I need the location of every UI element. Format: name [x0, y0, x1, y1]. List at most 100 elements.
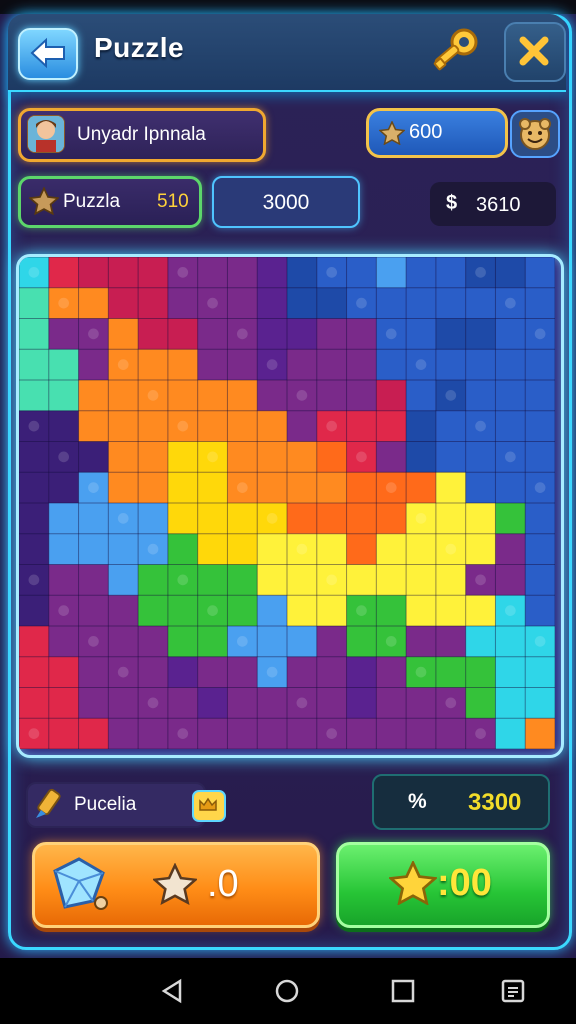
- puzzle-tile[interactable]: [525, 441, 555, 473]
- puzzle-tile[interactable]: [495, 503, 526, 535]
- puzzle-tile[interactable]: [495, 533, 526, 565]
- puzzle-tile[interactable]: [346, 533, 377, 565]
- puzzle-tile[interactable]: [287, 718, 318, 749]
- puzzle-tile[interactable]: [406, 257, 437, 289]
- puzzle-tile[interactable]: [287, 318, 318, 350]
- player-badge[interactable]: Unyadr Ipnnala: [18, 108, 266, 162]
- puzzle-tile[interactable]: [435, 257, 467, 289]
- puzzle-tile[interactable]: [406, 441, 437, 473]
- puzzle-tile[interactable]: [316, 318, 348, 350]
- home-circle-icon[interactable]: [274, 978, 300, 1004]
- puzzle-tile[interactable]: [257, 257, 288, 289]
- puzzle-tile[interactable]: [48, 318, 80, 350]
- puzzle-tile[interactable]: [19, 656, 50, 688]
- puzzle-tile[interactable]: [108, 472, 139, 504]
- close-button[interactable]: [504, 22, 566, 82]
- puzzle-tile[interactable]: [138, 503, 169, 535]
- puzzle-tile[interactable]: [19, 287, 50, 319]
- puzzle-tile[interactable]: [19, 380, 50, 412]
- menu-icon[interactable]: [500, 978, 526, 1004]
- puzzle-tile[interactable]: [78, 687, 109, 719]
- puzzle-tile[interactable]: [108, 318, 139, 350]
- puzzle-tile[interactable]: [435, 503, 467, 535]
- puzzle-tile[interactable]: [376, 441, 407, 473]
- puzzle-tile[interactable]: [197, 380, 228, 412]
- puzzle-tile[interactable]: [346, 318, 377, 350]
- puzzle-tile[interactable]: [316, 595, 348, 627]
- puzzle-tile[interactable]: [346, 472, 377, 504]
- puzzle-tile[interactable]: [108, 564, 139, 596]
- puzzle-tile[interactable]: [227, 349, 258, 381]
- puzzle-tile[interactable]: [316, 626, 348, 658]
- puzzle-tile[interactable]: [346, 656, 377, 688]
- recents-square-icon[interactable]: [390, 978, 416, 1004]
- puzzle-tile[interactable]: [108, 626, 139, 658]
- puzzle-tile[interactable]: [48, 472, 80, 504]
- puzzle-tile[interactable]: [376, 656, 407, 688]
- puzzle-tile[interactable]: [406, 410, 437, 442]
- puzzle-tile[interactable]: [495, 349, 526, 381]
- puzzle-tile[interactable]: [227, 410, 258, 442]
- puzzle-tile[interactable]: [257, 441, 288, 473]
- puzzle-tile[interactable]: [19, 503, 50, 535]
- puzzle-tile[interactable]: [316, 441, 348, 473]
- puzzle-tile[interactable]: [465, 318, 496, 350]
- puzzle-tile[interactable]: [525, 687, 555, 719]
- puzzle-tile[interactable]: [48, 257, 80, 289]
- puzzle-tile[interactable]: [78, 564, 109, 596]
- puzzle-tile[interactable]: [197, 718, 228, 749]
- puzzle-tile[interactable]: [525, 533, 555, 565]
- puzzle-tile[interactable]: [316, 349, 348, 381]
- puzzle-tile[interactable]: [257, 718, 288, 749]
- puzzle-tile[interactable]: [435, 595, 467, 627]
- puzzle-tile[interactable]: [108, 410, 139, 442]
- puzzle-tile[interactable]: [167, 318, 199, 350]
- puzzle-tile[interactable]: [19, 349, 50, 381]
- puzzle-tile[interactable]: [227, 257, 258, 289]
- puzzle-tile[interactable]: [108, 533, 139, 565]
- puzzle-board[interactable]: [16, 254, 564, 758]
- puzzle-tile[interactable]: [19, 441, 50, 473]
- puzzle-tile[interactable]: [197, 503, 228, 535]
- puzzle-tile[interactable]: [48, 349, 80, 381]
- puzzle-tile[interactable]: [435, 318, 467, 350]
- back-triangle-icon[interactable]: [160, 978, 186, 1004]
- puzzle-tile[interactable]: [257, 687, 288, 719]
- puzzle-tile[interactable]: [227, 564, 258, 596]
- puzzle-tile[interactable]: [495, 656, 526, 688]
- hint-badge[interactable]: Pucelia: [26, 782, 226, 828]
- puzzle-tile[interactable]: [495, 318, 526, 350]
- puzzle-tile[interactable]: [346, 410, 377, 442]
- puzzle-tile[interactable]: [465, 472, 496, 504]
- puzzle-tile[interactable]: [138, 441, 169, 473]
- puzzle-tile[interactable]: [108, 718, 139, 749]
- puzzle-tile[interactable]: [376, 349, 407, 381]
- puzzle-tile[interactable]: [167, 472, 199, 504]
- puzzle-tile[interactable]: [138, 564, 169, 596]
- puzzle-tile[interactable]: [525, 410, 555, 442]
- gem-reward-button[interactable]: .0: [32, 842, 320, 928]
- puzzle-tile[interactable]: [435, 626, 467, 658]
- puzzle-tile[interactable]: [495, 380, 526, 412]
- puzzle-tile[interactable]: [316, 503, 348, 535]
- puzzle-tile[interactable]: [167, 595, 199, 627]
- puzzle-tile[interactable]: [78, 503, 109, 535]
- puzzle-tile[interactable]: [316, 687, 348, 719]
- puzzle-tile[interactable]: [316, 533, 348, 565]
- puzzle-tile[interactable]: [138, 626, 169, 658]
- puzzle-tile[interactable]: [138, 472, 169, 504]
- puzzle-tile[interactable]: [138, 656, 169, 688]
- puzzle-tile[interactable]: [406, 287, 437, 319]
- puzzle-tile[interactable]: [287, 656, 318, 688]
- puzzle-tile[interactable]: [227, 380, 258, 412]
- puzzle-tile[interactable]: [167, 380, 199, 412]
- puzzle-tile[interactable]: [435, 472, 467, 504]
- puzzle-tile[interactable]: [197, 318, 228, 350]
- puzzle-tile[interactable]: [525, 564, 555, 596]
- puzzle-tile[interactable]: [346, 718, 377, 749]
- puzzle-tile[interactable]: [346, 257, 377, 289]
- puzzle-tile[interactable]: [138, 718, 169, 749]
- puzzle-tile[interactable]: [287, 595, 318, 627]
- puzzle-tile[interactable]: [287, 257, 318, 289]
- puzzle-tile[interactable]: [48, 533, 80, 565]
